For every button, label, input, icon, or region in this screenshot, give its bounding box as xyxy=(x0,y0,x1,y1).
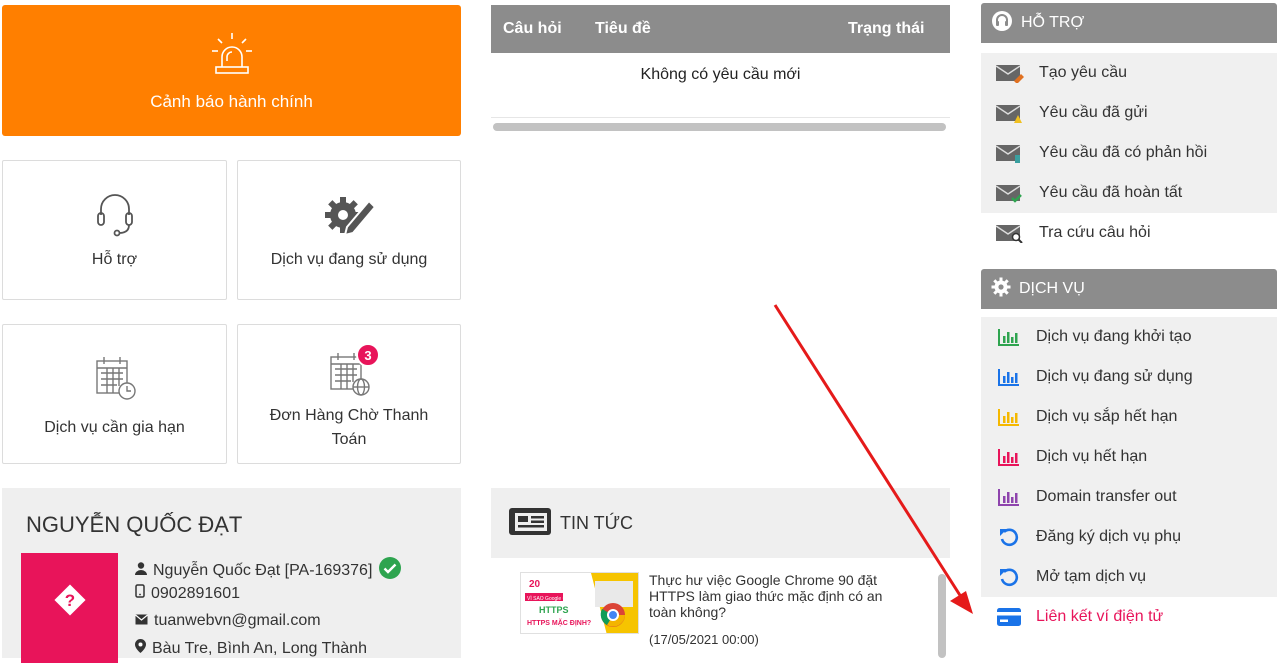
support-panel-title: HỖ TRỢ xyxy=(1021,14,1085,31)
news-thumbnail[interactable]: 20 VÌ SAO Google Chrome HTTPS HTTPS MẶC … xyxy=(520,572,639,634)
newspaper-icon xyxy=(509,506,551,541)
tile-pending-orders[interactable]: 3 Đơn Hàng Chờ Thanh Toán xyxy=(237,324,461,464)
support-item-label: Yêu cầu đã gửi xyxy=(1039,104,1148,121)
support-item-replied[interactable]: Yêu cầu đã có phản hồi xyxy=(981,133,1277,173)
service-item-in-use[interactable]: Dịch vụ đang sử dụng xyxy=(981,357,1277,397)
support-item-label: Yêu cầu đã có phản hồi xyxy=(1039,144,1208,161)
support-item-search[interactable]: Tra cứu câu hỏi xyxy=(981,213,1277,253)
avatar: ? xyxy=(21,553,118,663)
bar-chart-icon xyxy=(981,328,1036,346)
services-panel-title: DỊCH VỤ xyxy=(1019,280,1085,297)
service-item-label: Đăng ký dịch vụ phụ xyxy=(1036,528,1181,545)
bar-chart-icon xyxy=(981,408,1036,426)
support-item-label: Yêu cầu đã hoàn tất xyxy=(1039,184,1183,201)
service-item-label: Liên kết ví điện tử xyxy=(1036,608,1164,625)
requests-table-header: Câu hỏi Tiêu đề Trạng thái xyxy=(491,5,950,53)
profile-phone-row: 0902891601 xyxy=(135,584,240,603)
services-panel-header: DỊCH VỤ xyxy=(981,269,1277,309)
tile-label: Dịch vụ đang sử dụng xyxy=(270,251,428,268)
bar-chart-icon xyxy=(981,488,1036,506)
service-item-temp-open[interactable]: Mở tạm dịch vụ xyxy=(981,557,1277,597)
profile-phone: 0902891601 xyxy=(151,584,240,602)
question-diamond-icon: ? xyxy=(54,584,86,616)
mail-reply-icon xyxy=(981,143,1039,163)
support-item-sent[interactable]: Yêu cầu đã gửi xyxy=(981,93,1277,133)
tile-support[interactable]: Hỗ trợ xyxy=(2,160,227,300)
headset-icon xyxy=(991,10,1013,37)
profile-name: NGUYỄN QUỐC ĐẠT xyxy=(26,512,243,537)
service-item-label: Dịch vụ đang sử dụng xyxy=(1036,368,1193,385)
card-icon xyxy=(981,608,1036,626)
gear-pencil-icon xyxy=(321,193,377,242)
siren-icon xyxy=(209,31,255,82)
envelope-icon xyxy=(135,612,148,630)
mail-sent-icon xyxy=(981,103,1039,123)
news-item-title[interactable]: Thực hư việc Google Chrome 90 đặt HTTPS … xyxy=(649,572,899,620)
calendar-clock-icon xyxy=(93,355,137,406)
profile-fullname: Nguyễn Quốc Đạt [PA-169376] xyxy=(153,561,373,579)
mail-create-icon xyxy=(981,63,1039,83)
undo-icon xyxy=(981,527,1036,547)
service-item-label: Dịch vụ sắp hết hạn xyxy=(1036,408,1178,425)
alert-label: Cảnh báo hành chính xyxy=(150,92,313,111)
tile-services-renew[interactable]: Dịch vụ cần gia hạn xyxy=(2,324,227,464)
profile-card: NGUYỄN QUỐC ĐẠT ? Nguyễn Quốc Đạt [PA-16… xyxy=(2,488,461,663)
news-item-date: (17/05/2021 00:00) xyxy=(649,632,759,647)
divider xyxy=(491,117,950,118)
svg-text:HTTPS: HTTPS xyxy=(539,605,569,615)
svg-text:?: ? xyxy=(65,591,75,610)
pending-count-badge: 3 xyxy=(356,343,380,367)
requests-empty-text: Không có yêu cầu mới xyxy=(640,66,801,83)
support-panel-header: HỖ TRỢ xyxy=(981,3,1277,43)
undo-icon xyxy=(981,567,1036,587)
bar-chart-icon xyxy=(981,448,1036,466)
support-item-create[interactable]: Tạo yêu cầu xyxy=(981,53,1277,93)
tile-label: Dịch vụ cần gia hạn xyxy=(44,419,185,436)
tile-services-in-use[interactable]: Dịch vụ đang sử dụng xyxy=(237,160,461,300)
alert-tile[interactable]: Cảnh báo hành chính xyxy=(2,5,461,136)
support-item-label: Tạo yêu cầu xyxy=(1039,64,1128,81)
news-panel: TIN TỨC 20 VÌ SAO Google Chrome HTTPS HT… xyxy=(491,488,950,658)
profile-email: tuanwebvn@gmail.com xyxy=(154,612,321,629)
user-icon xyxy=(135,561,147,580)
service-item-expiring[interactable]: Dịch vụ sắp hết hạn xyxy=(981,397,1277,437)
service-item-label: Dịch vụ đang khởi tạo xyxy=(1036,328,1192,345)
service-item-domain-transfer[interactable]: Domain transfer out xyxy=(981,477,1277,517)
headset-icon xyxy=(93,191,137,242)
news-title: TIN TỨC xyxy=(560,513,634,533)
profile-email-row: tuanwebvn@gmail.com xyxy=(135,612,321,630)
mail-done-icon xyxy=(981,183,1039,203)
service-item-label: Mở tạm dịch vụ xyxy=(1036,568,1147,585)
vertical-scrollbar[interactable] xyxy=(938,574,946,658)
profile-fullname-row: Nguyễn Quốc Đạt [PA-169376] xyxy=(135,556,402,585)
col-status: Trạng thái xyxy=(848,20,925,37)
support-item-done[interactable]: Yêu cầu đã hoàn tất xyxy=(981,173,1277,213)
col-title: Tiêu đề xyxy=(595,20,651,37)
thumb-caption: HTTPS MẶC ĐỊNH? xyxy=(527,618,591,627)
phone-icon xyxy=(135,584,145,603)
service-item-ewallet[interactable]: Liên kết ví điện tử xyxy=(981,597,1277,637)
svg-text:20: 20 xyxy=(529,579,541,590)
col-question: Câu hỏi xyxy=(503,20,562,37)
service-item-expired[interactable]: Dịch vụ hết hạn xyxy=(981,437,1277,477)
service-item-addon-register[interactable]: Đăng ký dịch vụ phụ xyxy=(981,517,1277,557)
service-item-label: Dịch vụ hết hạn xyxy=(1036,448,1148,465)
service-item-label: Domain transfer out xyxy=(1036,488,1177,505)
calendar-globe-icon: 3 xyxy=(327,343,380,402)
horizontal-scrollbar[interactable] xyxy=(493,123,946,131)
bar-chart-icon xyxy=(981,368,1036,386)
tile-label: Đơn Hàng Chờ Thanh Toán xyxy=(269,407,429,448)
tile-label: Hỗ trợ xyxy=(91,251,138,268)
mail-search-icon xyxy=(981,223,1039,243)
service-item-initializing[interactable]: Dịch vụ đang khởi tạo xyxy=(981,317,1277,357)
gear-icon xyxy=(991,277,1011,302)
verified-icon xyxy=(378,556,402,585)
svg-text:VÌ SAO Google Chrome: VÌ SAO Google Chrome xyxy=(527,595,581,602)
support-item-label: Tra cứu câu hỏi xyxy=(1039,224,1151,241)
